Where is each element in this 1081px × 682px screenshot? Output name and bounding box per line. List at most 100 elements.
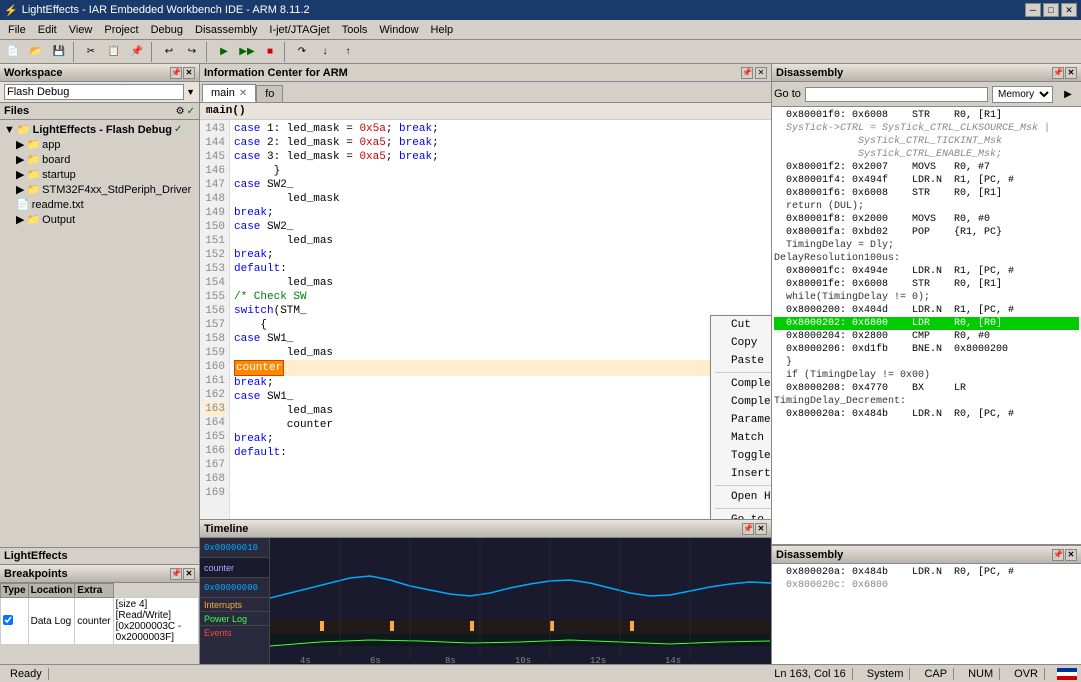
- workspace-name-label: LightEffects: [4, 550, 68, 562]
- step-out-button[interactable]: ↑: [337, 42, 359, 62]
- disasm-line-2: 0x80001f2: 0x2007 MOVS R0, #7: [774, 161, 1079, 174]
- code-area[interactable]: case 1: led_mask = 0x5a; break; case 2: …: [230, 120, 771, 519]
- menu-file[interactable]: File: [2, 22, 32, 38]
- timeline-close[interactable]: ✕: [755, 523, 767, 535]
- close-button[interactable]: ✕: [1061, 3, 1077, 17]
- disasm-code[interactable]: 0x80001f0: 0x6008 STR R0, [R1] SysTick->…: [772, 107, 1081, 544]
- workspace-pin-button[interactable]: 📌: [170, 67, 182, 79]
- minimize-button[interactable]: ─: [1025, 3, 1041, 17]
- menu-edit[interactable]: Edit: [32, 22, 63, 38]
- tab-main[interactable]: main ✕: [202, 84, 256, 102]
- toolbar-sep2: [151, 42, 155, 62]
- flash-debug-arrow[interactable]: ▼: [186, 87, 195, 97]
- bp-checkbox[interactable]: [1, 598, 29, 645]
- ctx-goto-def[interactable]: Go to Definition of 'counter': [711, 511, 771, 519]
- files-check-icon[interactable]: ✓: [187, 106, 195, 117]
- disasm-goto-input[interactable]: [805, 87, 988, 102]
- ctx-insert-template[interactable]: Insert Template: [711, 465, 771, 483]
- disasm-return-label: return (DUL);: [774, 200, 1079, 213]
- disasm-while-label: while(TimingDelay != 0);: [774, 291, 1079, 304]
- title-bar-buttons[interactable]: ─ □ ✕: [1025, 3, 1077, 17]
- stop-button[interactable]: ■: [259, 42, 281, 62]
- menu-tools[interactable]: Tools: [336, 22, 374, 38]
- app-title: LightEffects - IAR Embedded Workbench ID…: [22, 4, 310, 16]
- open-button[interactable]: 📂: [25, 42, 47, 62]
- workspace-close-button[interactable]: ✕: [183, 67, 195, 79]
- save-button[interactable]: 💾: [48, 42, 70, 62]
- tree-item-readme[interactable]: 📄 readme.txt: [14, 197, 197, 212]
- build-button[interactable]: ▶: [213, 42, 235, 62]
- disasm-pin[interactable]: 📌: [1052, 67, 1064, 79]
- paste-button[interactable]: 📌: [126, 42, 148, 62]
- new-file-button[interactable]: 📄: [2, 42, 24, 62]
- ctx-parameter-hint[interactable]: Parameter Hint: [711, 411, 771, 429]
- ctx-copy[interactable]: Copy: [711, 334, 771, 352]
- code-line-146: }: [234, 164, 767, 178]
- copy-button[interactable]: 📋: [103, 42, 125, 62]
- status-cap: CAP: [918, 668, 954, 680]
- maximize-button[interactable]: □: [1043, 3, 1059, 17]
- tree-item-output[interactable]: ▶ 📁 Output: [14, 212, 197, 227]
- timeline-events-label: Events: [204, 628, 232, 638]
- disasm-line-8: 0x80001fe: 0x6008 STR R0, [R1]: [774, 278, 1079, 291]
- tree-item-app[interactable]: ▶ 📁 app: [14, 137, 197, 152]
- ctx-toggle-folds[interactable]: Toggle All Folds: [711, 447, 771, 465]
- tree-item-driver[interactable]: ▶ 📁 STM32F4xx_StdPeriph_Driver: [14, 182, 197, 197]
- undo-button[interactable]: ↩: [158, 42, 180, 62]
- disassembly-header-buttons[interactable]: 📌 ✕: [1052, 67, 1077, 79]
- info-center-pin[interactable]: 📌: [741, 67, 753, 79]
- code-line-164: break;: [234, 376, 767, 390]
- step-over-button[interactable]: ↷: [291, 42, 313, 62]
- tab-main-close[interactable]: ✕: [239, 88, 247, 99]
- files-settings-icon[interactable]: ⚙: [176, 106, 185, 117]
- code-line-150: break;: [234, 206, 767, 220]
- redo-button[interactable]: ↪: [181, 42, 203, 62]
- toolbar-sep4: [284, 42, 288, 62]
- disasm-close[interactable]: ✕: [1065, 67, 1077, 79]
- menu-debug[interactable]: Debug: [145, 22, 189, 38]
- timeline-buttons[interactable]: 📌 ✕: [742, 523, 767, 535]
- disasm2-line1: 0x800020a: 0x484b LDR.N R0, [PC, #: [774, 566, 1079, 579]
- step-into-button[interactable]: ↓: [314, 42, 336, 62]
- debug-button[interactable]: ▶▶: [236, 42, 258, 62]
- menu-help[interactable]: Help: [425, 22, 460, 38]
- ctx-paste[interactable]: Paste: [711, 352, 771, 370]
- disasm-go-button[interactable]: ▶: [1057, 84, 1079, 104]
- tree-app-label: app: [42, 139, 60, 151]
- disasm2-buttons[interactable]: 📌 ✕: [1052, 549, 1077, 561]
- toolbar-sep1: [73, 42, 77, 62]
- menu-window[interactable]: Window: [373, 22, 424, 38]
- disasm-line-6: 0x80001fa: 0xbd02 POP {R1, PC}: [774, 226, 1079, 239]
- ctx-complete-code[interactable]: Complete Code: [711, 393, 771, 411]
- breakpoints-header-buttons[interactable]: 📌 ✕: [170, 568, 195, 580]
- tree-expand-board-icon: ▶: [16, 153, 24, 166]
- disasm-memory-select[interactable]: Memory: [992, 86, 1053, 103]
- breakpoint-row[interactable]: Data Log counter [size 4] [Read/Write] […: [1, 598, 199, 645]
- ln-163: 163: [204, 402, 225, 416]
- tree-item-lighteffects[interactable]: ▼ 📁 LightEffects - Flash Debug ✓: [2, 122, 197, 137]
- menu-disassembly[interactable]: Disassembly: [189, 22, 263, 38]
- ln-167: 167: [204, 458, 225, 472]
- bp-pin-button[interactable]: 📌: [170, 568, 182, 580]
- timeline-pin[interactable]: 📌: [742, 523, 754, 535]
- status-system: System: [861, 668, 911, 680]
- bp-close-button[interactable]: ✕: [183, 568, 195, 580]
- menu-view[interactable]: View: [63, 22, 99, 38]
- tab-fo-label: fo: [265, 88, 274, 100]
- breakpoints-panel: Breakpoints 📌 ✕ Type Location Extra: [0, 564, 199, 664]
- tree-item-startup[interactable]: ▶ 📁 startup: [14, 167, 197, 182]
- ctx-match-brackets[interactable]: Match Brackets: [711, 429, 771, 447]
- ctx-open-header[interactable]: Open Header/Source File: [711, 488, 771, 506]
- tree-item-board[interactable]: ▶ 📁 board: [14, 152, 197, 167]
- tree-expand-icon: ▼: [4, 124, 15, 136]
- menu-ijet[interactable]: I-jet/JTAGjet: [263, 22, 335, 38]
- cut-button[interactable]: ✂: [80, 42, 102, 62]
- disasm2-pin[interactable]: 📌: [1052, 549, 1064, 561]
- ctx-cut[interactable]: Cut: [711, 316, 771, 334]
- tab-fo[interactable]: fo: [256, 85, 283, 102]
- disasm2-close[interactable]: ✕: [1065, 549, 1077, 561]
- info-center-close[interactable]: ✕: [755, 67, 767, 79]
- menu-project[interactable]: Project: [98, 22, 144, 38]
- ctx-complete-word[interactable]: Complete Word: [711, 375, 771, 393]
- workspace-header-buttons[interactable]: 📌 ✕: [170, 67, 195, 79]
